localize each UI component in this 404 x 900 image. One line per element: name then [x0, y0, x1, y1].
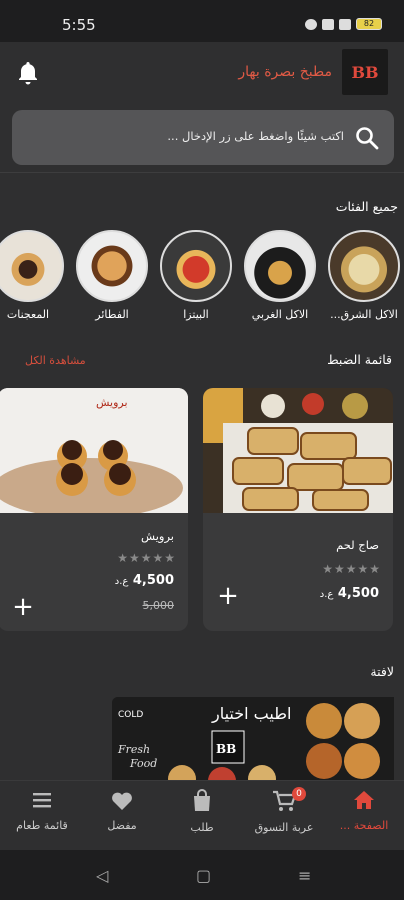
nav-favorites-label: مفضل	[107, 819, 137, 832]
cart-badge: 0	[292, 787, 306, 801]
recents-icon[interactable]: ≡	[298, 866, 311, 885]
category-label: الفطائر	[95, 308, 129, 321]
product-card[interactable]: برويش برويش ★★★★★ 4,500 ع.د 5,000 +	[0, 388, 188, 631]
price-value: 4,500	[132, 573, 174, 588]
nav-orders[interactable]: طلب	[162, 789, 242, 834]
category-image	[160, 230, 232, 302]
category-label: البيتزا	[183, 308, 209, 321]
rating-stars: ★★★★★	[322, 562, 381, 576]
nav-orders-label: طلب	[190, 821, 214, 834]
battery-icon: 82	[356, 18, 382, 30]
banner-title: لافتة	[370, 664, 394, 679]
home-button-icon[interactable]: ▢	[196, 866, 211, 885]
category-image	[328, 230, 400, 302]
product-name: صاج لحم	[336, 538, 379, 552]
category-item[interactable]: الاكل الشرق...	[326, 230, 402, 321]
old-price: 5,000	[142, 599, 175, 612]
status-bar: 5:55 82	[0, 0, 404, 42]
nav-favorites[interactable]: مفضل	[82, 789, 162, 832]
back-icon[interactable]: ◁	[96, 866, 108, 885]
divider	[0, 172, 404, 173]
svg-text:COLD: COLD	[118, 710, 143, 720]
category-label: الاكل الشرق...	[330, 308, 398, 321]
bottom-navigation: الصفحة ... 0 عربة التسوق طلب مفضل قائمة …	[0, 780, 404, 850]
svg-text:Fresh: Fresh	[117, 743, 150, 756]
nav-cart[interactable]: 0 عربة التسوق	[244, 787, 324, 834]
category-item[interactable]: المعجنات	[0, 230, 66, 321]
plus-icon: +	[12, 592, 34, 622]
banner-text: اطيب اختيار	[211, 704, 291, 724]
nav-cart-label: عربة التسوق	[254, 821, 314, 834]
restaurant-logo: BB	[342, 49, 388, 95]
search-bar[interactable]: اكتب شيئًا واضغط على زر الإدخال ...	[12, 110, 394, 165]
category-item[interactable]: الفطائر	[74, 230, 150, 321]
app-header: مطبخ بصرة بهار BB	[0, 42, 404, 104]
product-price: 4,500 ع.د	[314, 586, 379, 601]
product-name: برويش	[141, 529, 174, 543]
categories-list: الاكل الشرق... الاكل الغربي البيتزا الفط…	[0, 230, 404, 330]
plus-icon: +	[217, 581, 239, 611]
signal-icon-2	[339, 18, 351, 30]
nav-menu-label: قائمة طعام	[16, 819, 68, 832]
heart-icon	[112, 792, 132, 810]
image-caption: برويش	[96, 396, 128, 409]
product-image: برويش	[0, 388, 188, 518]
bag-icon	[194, 789, 210, 811]
category-label: المعجنات	[6, 308, 50, 321]
product-card[interactable]: صاج لحم ★★★★★ 4,500 ع.د +	[203, 388, 393, 631]
category-image	[0, 230, 64, 302]
home-icon	[354, 791, 374, 809]
add-to-cart-button[interactable]: +	[217, 583, 239, 609]
svg-text:Food: Food	[129, 757, 157, 770]
nav-menu[interactable]: قائمة طعام	[2, 789, 82, 832]
status-icons: 82	[305, 18, 382, 30]
rating-stars: ★★★★★	[117, 551, 176, 565]
signal-icon	[322, 18, 334, 30]
price-value: 4,500	[337, 586, 379, 601]
nav-home[interactable]: الصفحة ...	[324, 789, 404, 832]
alarm-icon	[305, 18, 317, 30]
banner-logo-text: BB	[216, 742, 236, 756]
product-price: 4,500 ع.د	[109, 573, 174, 588]
search-placeholder: اكتب شيئًا واضغط على زر الإدخال ...	[167, 129, 344, 143]
restaurant-name: مطبخ بصرة بهار	[238, 64, 332, 80]
category-image	[244, 230, 316, 302]
nav-home-label: الصفحة ...	[339, 819, 389, 832]
search-icon[interactable]	[354, 125, 380, 151]
promo-banner[interactable]: اطيب اختيار BB Fresh Food COLD	[112, 697, 394, 789]
add-to-cart-button[interactable]: +	[12, 594, 34, 620]
bell-icon[interactable]	[16, 60, 40, 86]
category-item[interactable]: البيتزا	[158, 230, 234, 321]
menu-icon	[33, 793, 51, 808]
price-currency: ع.د	[319, 589, 334, 600]
logo-text: BB	[351, 62, 379, 82]
category-image	[76, 230, 148, 302]
categories-title: جميع الفئات	[335, 199, 398, 214]
category-label: الاكل الغربي	[251, 308, 309, 321]
offers-title: قائمة الضبط	[327, 352, 392, 367]
product-image	[203, 388, 393, 513]
category-item[interactable]: الاكل الغربي	[242, 230, 318, 321]
status-time: 5:55	[62, 16, 96, 34]
price-currency: ع.د	[114, 576, 129, 587]
see-all-link[interactable]: مشاهدة الكل	[25, 354, 86, 367]
system-navigation-bar: ◁ ▢ ≡	[0, 850, 404, 900]
